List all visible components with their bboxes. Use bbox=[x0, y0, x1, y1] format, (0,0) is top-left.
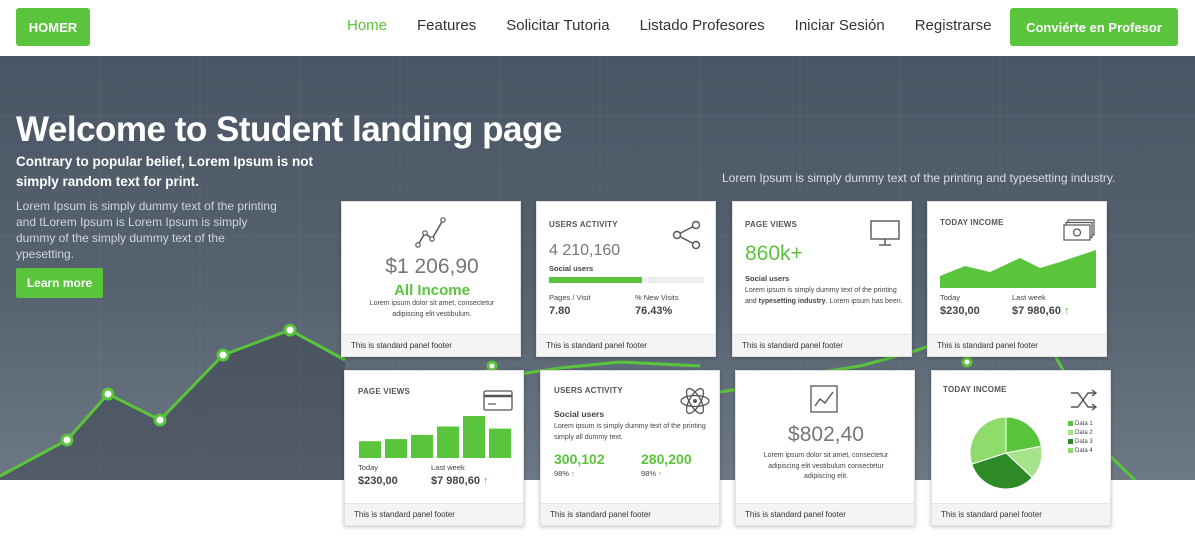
atom-icon bbox=[680, 387, 710, 415]
line-chart-icon bbox=[810, 385, 838, 413]
value-card: $802,40 Lorem ipsum dolor sit amet, cons… bbox=[735, 370, 915, 526]
today-label: Today bbox=[358, 463, 379, 472]
bar-4 bbox=[437, 426, 459, 458]
trend-up-arrow-icon: ↑ bbox=[658, 469, 662, 478]
top-navbar: HOMER Home Features Solicitar Tutoria Li… bbox=[0, 0, 1195, 56]
panel-footer: This is standard panel footer bbox=[541, 503, 719, 525]
nav-link-iniciar-sesion[interactable]: Iniciar Sesión bbox=[795, 17, 885, 34]
pie-legend: Data 1 Data 2 Data 3 Data 4 bbox=[1068, 419, 1093, 455]
page-views-bar-chart bbox=[359, 416, 511, 458]
users-progress-fill bbox=[549, 277, 642, 283]
hero-body-text: Lorem Ipsum is simply dummy text of the … bbox=[16, 199, 277, 261]
nav-links: Home Features Solicitar Tutoria Listado … bbox=[332, 0, 1006, 50]
new-visits-value: 76.43% bbox=[635, 305, 673, 317]
page-views-value: 860k+ bbox=[745, 242, 803, 265]
nav-link-features[interactable]: Features bbox=[417, 17, 476, 34]
monitor-icon bbox=[870, 220, 900, 246]
card-title: PAGE VIEWS bbox=[358, 387, 411, 396]
today-value: $230,00 bbox=[358, 475, 398, 487]
last-week-label: Last week bbox=[1012, 293, 1046, 302]
legend-item-data-3: Data 3 bbox=[1068, 437, 1093, 446]
social-users-label: Social users bbox=[554, 409, 605, 419]
legend-item-data-2: Data 2 bbox=[1068, 428, 1093, 437]
panel-footer: This is standard panel footer bbox=[733, 334, 911, 356]
panel-footer: This is standard panel footer bbox=[537, 334, 715, 356]
nav-link-registrarse[interactable]: Registrarse bbox=[915, 17, 992, 34]
trend-up-arrow-icon: ↑ bbox=[1064, 305, 1070, 317]
bar-2 bbox=[385, 439, 407, 458]
page-views-card: PAGE VIEWS 860k+ Social users Lorem ipsu… bbox=[732, 201, 912, 357]
income-area-chart bbox=[940, 250, 1096, 288]
panel-footer: This is standard panel footer bbox=[345, 503, 523, 525]
legend-item-data-1: Data 1 bbox=[1068, 419, 1093, 428]
card-title: TODAY INCOME bbox=[940, 218, 1004, 227]
stat-value-1: 300,102 bbox=[554, 451, 605, 467]
stat-value-2: 280,200 bbox=[641, 451, 692, 467]
panel-footer: This is standard panel footer bbox=[342, 334, 520, 356]
nav-link-solicitar-tutoria[interactable]: Solicitar Tutoria bbox=[506, 17, 609, 34]
bar-5 bbox=[463, 416, 485, 458]
last-week-label: Last week bbox=[431, 463, 465, 472]
users-activity-card: USERS ACTIVITY 4 210,160 Social users Pa… bbox=[536, 201, 716, 357]
income-pie-chart bbox=[969, 416, 1043, 490]
become-teacher-button[interactable]: Conviérte en Profesor bbox=[1010, 8, 1178, 46]
last-week-value: $7 980,60 ↑ bbox=[431, 475, 489, 487]
panel-footer: This is standard panel footer bbox=[736, 503, 914, 525]
brand-logo-button[interactable]: HOMER bbox=[16, 8, 90, 46]
income-value: $1 206,90 bbox=[385, 255, 479, 278]
users-value: 4 210,160 bbox=[549, 242, 621, 259]
bar-3 bbox=[411, 434, 433, 458]
stat-pct-1: 98% ↑ bbox=[554, 469, 575, 478]
users-activity-card-2: USERS ACTIVITY Social users Lorem ipsum … bbox=[540, 370, 720, 526]
card-title: PAGE VIEWS bbox=[745, 220, 798, 229]
credit-card-icon bbox=[483, 390, 513, 411]
share-icon bbox=[672, 220, 701, 250]
pages-visit-label: Pages / Visit bbox=[549, 293, 591, 302]
trend-line-icon bbox=[415, 217, 446, 248]
panel-footer: This is standard panel footer bbox=[932, 503, 1110, 525]
today-label: Today bbox=[940, 293, 961, 302]
nav-link-home[interactable]: Home bbox=[347, 17, 387, 34]
page-views-bar-card: PAGE VIEWS Today Last week $230,00 $7 98… bbox=[344, 370, 524, 526]
value-amount: $802,40 bbox=[788, 423, 864, 446]
today-value: $230,00 bbox=[940, 305, 980, 317]
bar-6 bbox=[489, 428, 511, 458]
today-income-card: TODAY INCOME Today Last week $230,00 $7 … bbox=[927, 201, 1107, 357]
stat-pct-2: 98% ↑ bbox=[641, 469, 662, 478]
today-income-pie-card: TODAY INCOME Data 1 Data 2 Data 3 Data 4… bbox=[931, 370, 1111, 526]
money-icon bbox=[1063, 219, 1095, 241]
value-description: Lorem ipsum dolor sit amet, consectetur … bbox=[763, 452, 889, 480]
page-views-description: Lorem ipsum is simply dummy text of the … bbox=[745, 287, 903, 305]
pages-visit-value: 7.80 bbox=[549, 305, 571, 317]
new-visits-label: % New Visits bbox=[635, 293, 679, 302]
last-week-value: $7 980,60 ↑ bbox=[1012, 305, 1070, 317]
learn-more-button[interactable]: Learn more bbox=[16, 268, 103, 298]
users-progress-track bbox=[549, 277, 704, 283]
hero-subtitle: Contrary to popular belief, Lorem Ipsum … bbox=[16, 154, 314, 189]
nav-link-listado-profesores[interactable]: Listado Profesores bbox=[640, 17, 765, 34]
card-title: USERS ACTIVITY bbox=[554, 386, 623, 395]
page-views-sub: Social users bbox=[745, 274, 790, 283]
users-sub: Social users bbox=[549, 264, 594, 273]
trend-up-arrow-icon: ↑ bbox=[483, 475, 489, 487]
users-activity-description: Lorem ipsum is simply dummy text of the … bbox=[554, 423, 706, 441]
bar-1 bbox=[359, 441, 381, 458]
hero-right-text: Lorem Ipsum is simply dummy text of the … bbox=[722, 171, 1116, 185]
hero-title: Welcome to Student landing page bbox=[16, 110, 562, 149]
panel-footer: This is standard panel footer bbox=[928, 334, 1106, 356]
shuffle-icon bbox=[1071, 389, 1098, 411]
legend-item-data-4: Data 4 bbox=[1068, 446, 1093, 455]
income-description: Lorem ipsum dolor sit amet, consectetur … bbox=[369, 300, 495, 318]
card-title: TODAY INCOME bbox=[943, 385, 1007, 394]
income-card: $1 206,90 All Income Lorem ipsum dolor s… bbox=[341, 201, 521, 357]
card-title: USERS ACTIVITY bbox=[549, 220, 618, 229]
trend-up-arrow-icon: ↑ bbox=[571, 469, 575, 478]
income-label: All Income bbox=[394, 282, 470, 299]
